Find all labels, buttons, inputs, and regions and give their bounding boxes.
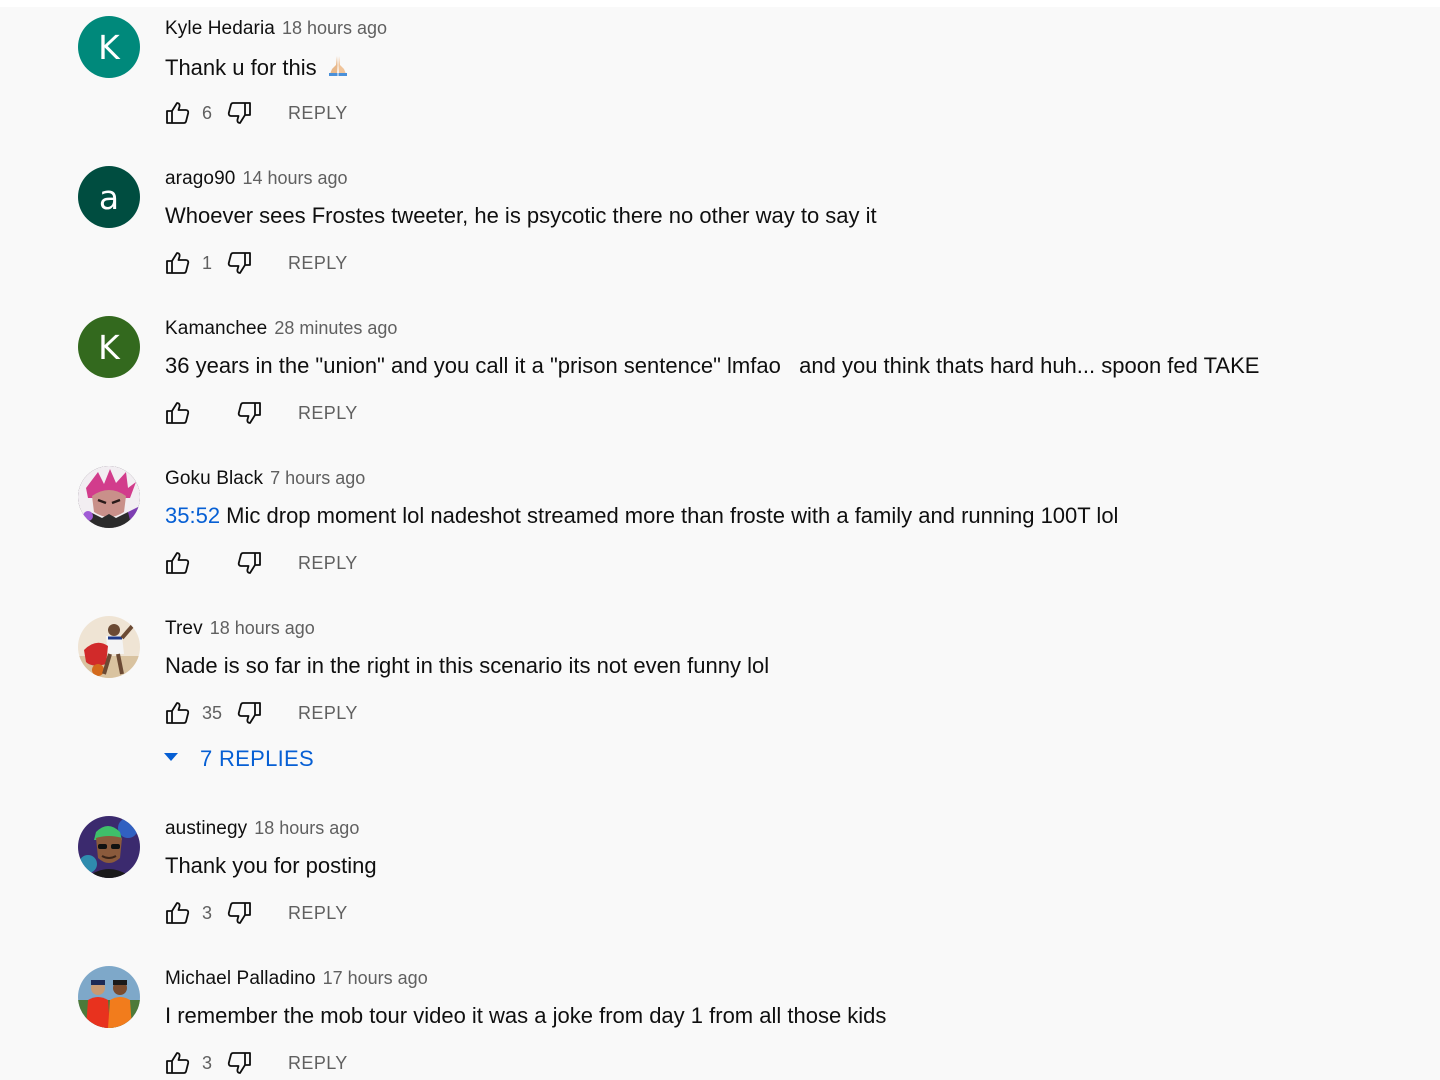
comment-actions: 3 REPLY — [165, 1048, 348, 1078]
portrait-avatar-icon[interactable] — [78, 816, 140, 878]
comment-time[interactable]: 18 hours ago — [282, 18, 387, 39]
comment-thread: a arago90 14 hours ago Whoever sees Fros… — [0, 150, 1440, 300]
comment-author[interactable]: austinegy — [165, 818, 247, 840]
comment-text: Thank you for posting — [165, 853, 377, 878]
like-count: 35 — [202, 702, 223, 723]
comment-author[interactable]: Kamanchee — [165, 318, 267, 340]
comment-time[interactable]: 17 hours ago — [323, 968, 428, 989]
comment-time[interactable]: 7 hours ago — [270, 468, 365, 489]
avatar[interactable]: a — [78, 166, 140, 228]
comment-header: arago90 14 hours ago — [165, 168, 348, 194]
comment-header: Kamanchee 28 minutes ago — [165, 318, 397, 344]
reply-button[interactable]: REPLY — [288, 903, 348, 924]
comment-author[interactable]: Goku Black — [165, 468, 263, 490]
dislike-icon[interactable] — [236, 400, 262, 426]
like-count: 3 — [202, 902, 213, 923]
view-replies-button[interactable]: 7 REPLIES — [160, 744, 314, 774]
comment-header: Trev 18 hours ago — [165, 618, 315, 644]
comment-header: Kyle Hedaria 18 hours ago — [165, 18, 387, 44]
comment-author[interactable]: Trev — [165, 618, 203, 640]
dislike-icon[interactable] — [236, 550, 262, 576]
comment-actions: 35 REPLY — [165, 698, 358, 728]
reply-button[interactable]: REPLY — [298, 553, 358, 574]
comment-actions: 6 REPLY — [165, 98, 348, 128]
comment-text: Nade is so far in the right in this scen… — [165, 653, 770, 678]
replies-count-label: 7 REPLIES — [200, 746, 314, 771]
reply-button[interactable]: REPLY — [288, 103, 348, 124]
like-icon[interactable] — [165, 550, 191, 576]
dislike-icon[interactable] — [226, 250, 252, 276]
avatar[interactable]: K — [78, 16, 140, 78]
like-icon[interactable] — [165, 900, 191, 926]
dislike-icon[interactable] — [226, 900, 252, 926]
comment-actions: REPLY — [165, 398, 358, 428]
comment-thread: K Kyle Hedaria 18 hours ago Thank u for … — [0, 0, 1440, 150]
like-count: 6 — [202, 102, 213, 123]
like-icon[interactable] — [165, 700, 191, 726]
dislike-icon[interactable] — [226, 1050, 252, 1076]
comment-header: Goku Black 7 hours ago — [165, 468, 365, 494]
like-count: 3 — [202, 1052, 213, 1073]
like-icon[interactable] — [165, 250, 191, 276]
comment-thread: K Kamanchee 28 minutes ago 36 years in t… — [0, 300, 1440, 450]
like-icon[interactable] — [165, 100, 191, 126]
comment-actions: 1 REPLY — [165, 248, 348, 278]
video-timestamp-link[interactable]: 35:52 — [165, 503, 220, 528]
comment-thread: Trev 18 hours ago Nade is so far in the … — [0, 600, 1440, 800]
two-people-avatar-icon[interactable] — [78, 966, 140, 1028]
comment-header: austinegy 18 hours ago — [165, 818, 359, 844]
like-icon[interactable] — [165, 400, 191, 426]
reply-button[interactable]: REPLY — [298, 703, 358, 724]
avatar[interactable]: K — [78, 316, 140, 378]
comment-time[interactable]: 18 hours ago — [254, 818, 359, 839]
comment-list: K Kyle Hedaria 18 hours ago Thank u for … — [0, 0, 1440, 1080]
comment-author[interactable]: arago90 — [165, 168, 235, 190]
comment-text: Thank u for this — [165, 52, 351, 85]
dislike-icon[interactable] — [236, 700, 262, 726]
comment-text: 35:52 Mic drop moment lol nadeshot strea… — [165, 502, 1118, 530]
folded-hands-emoji-icon — [325, 52, 351, 85]
comment-time[interactable]: 28 minutes ago — [274, 318, 397, 339]
comment-actions: REPLY — [165, 548, 358, 578]
comment-author[interactable]: Michael Palladino — [165, 968, 316, 990]
comment-text: 36 years in the "union" and you call it … — [165, 353, 1260, 378]
comment-thread: austinegy 18 hours ago Thank you for pos… — [0, 800, 1440, 950]
basketball-player-avatar-icon[interactable] — [78, 616, 140, 678]
caret-down-icon — [160, 746, 182, 773]
reply-button[interactable]: REPLY — [298, 403, 358, 424]
like-icon[interactable] — [165, 1050, 191, 1076]
comment-actions: 3 REPLY — [165, 898, 348, 928]
reply-button[interactable]: REPLY — [288, 1053, 348, 1074]
comment-text-body: Mic drop moment lol nadeshot streamed mo… — [220, 503, 1119, 528]
comment-thread: Michael Palladino 17 hours ago I remembe… — [0, 950, 1440, 1080]
comment-text-body: Thank u for this — [165, 55, 317, 80]
comment-thread: Goku Black 7 hours ago 35:52 Mic drop mo… — [0, 450, 1440, 600]
reply-button[interactable]: REPLY — [288, 253, 348, 274]
like-count: 1 — [202, 252, 213, 273]
comment-time[interactable]: 14 hours ago — [242, 168, 347, 189]
comment-time[interactable]: 18 hours ago — [210, 618, 315, 639]
comment-header: Michael Palladino 17 hours ago — [165, 968, 428, 994]
dislike-icon[interactable] — [226, 100, 252, 126]
comment-author[interactable]: Kyle Hedaria — [165, 18, 275, 40]
comment-text: I remember the mob tour video it was a j… — [165, 1003, 887, 1028]
goku-black-avatar-icon[interactable] — [78, 466, 140, 528]
comment-text: Whoever sees Frostes tweeter, he is psyc… — [165, 203, 877, 228]
